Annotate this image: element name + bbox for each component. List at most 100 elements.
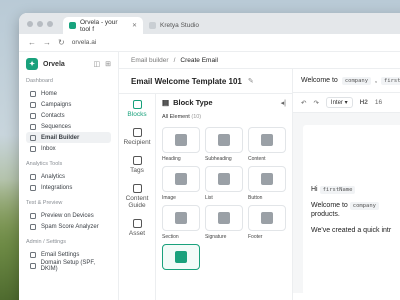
rail-label: Blocks	[127, 111, 147, 118]
block-card-button[interactable]: Button	[248, 166, 286, 201]
orvela-logo-icon: ✦	[26, 58, 38, 70]
block-card-image[interactable]: Image	[162, 166, 200, 201]
sidebar-item-contacts[interactable]: Contacts	[26, 110, 111, 121]
signature-block-icon	[218, 212, 230, 224]
rail-item-asset[interactable]: Asset	[119, 219, 155, 237]
sidebar-item-preview-devices[interactable]: Preview on Devices	[26, 210, 111, 221]
subject-prefix: Welcome to	[301, 77, 338, 84]
breadcrumb: Email builder / Create Email	[119, 52, 400, 69]
sidebar-item-label: Email Settings	[41, 251, 80, 258]
element-filter[interactable]: All Element (10)	[162, 114, 286, 120]
filter-count: (10)	[191, 114, 202, 120]
block-grid: Heading Subheading Content Image List Bu…	[162, 127, 286, 273]
company-token[interactable]: company	[349, 202, 379, 211]
block-thumb	[248, 166, 286, 192]
block-card-list[interactable]: List	[205, 166, 243, 201]
sidebar-item-label: Campaigns	[41, 101, 72, 108]
tag-icon	[132, 156, 142, 165]
sidebar-item-domain-setup[interactable]: Domain Setup (SPF, DKIM)	[26, 259, 111, 272]
rail-item-blocks[interactable]: Blocks	[119, 100, 155, 118]
rail-item-recipient[interactable]: Recipient	[119, 128, 155, 146]
sidebar-item-label: Domain Setup (SPF, DKIM)	[40, 259, 95, 272]
company-token[interactable]: company	[341, 76, 372, 85]
heading-value: H2	[359, 99, 368, 106]
block-card-selected[interactable]	[162, 244, 200, 273]
email-body[interactable]: Hi firstName Welcome to company products…	[303, 125, 400, 295]
sidebar-item-inbox[interactable]: Inbox	[26, 143, 111, 154]
editor: Email Welcome Template 101 ✎ Blocks Reci…	[119, 69, 400, 300]
close-window-dot[interactable]	[27, 20, 33, 27]
block-thumb	[248, 127, 286, 153]
sidebar-item-label: Preview on Devices	[41, 212, 94, 219]
kretya-favicon-icon	[149, 22, 156, 29]
block-thumb	[162, 127, 200, 153]
forward-arrow-icon[interactable]: →	[43, 38, 51, 47]
sidebar-item-integrations[interactable]: Integrations	[26, 182, 111, 193]
section-block-icon	[175, 212, 187, 224]
block-card-section[interactable]: Section	[162, 205, 200, 240]
block-card-subheading[interactable]: Subheading	[205, 127, 243, 162]
block-card-footer[interactable]: Footer	[248, 205, 286, 240]
block-card-signature[interactable]: Signature	[205, 205, 243, 240]
globe-icon	[30, 262, 36, 269]
minimize-window-dot[interactable]	[37, 20, 43, 27]
sidebar-item-home[interactable]: Home	[26, 88, 111, 99]
font-select[interactable]: Inter ▾	[325, 97, 353, 108]
collapse-panel-icon[interactable]: ◂|	[281, 99, 286, 107]
block-thumb	[205, 205, 243, 231]
mail-icon	[30, 134, 36, 141]
sidebar-item-label: Email Builder	[41, 134, 80, 141]
sidebar-item-label: Analytics	[41, 173, 66, 180]
contacts-icon	[30, 112, 36, 119]
back-arrow-icon[interactable]: ←	[28, 38, 36, 47]
size-select[interactable]: 16	[375, 99, 382, 106]
sidebar-item-label: Home	[41, 90, 58, 97]
redo-icon[interactable]: ↷	[313, 99, 318, 107]
block-type-panel: ▤ Block Type ◂| All Element (10) Heading…	[156, 94, 292, 300]
block-panel-title: Block Type	[173, 98, 213, 107]
block-label: Heading	[162, 156, 181, 162]
subject-comma: ,	[375, 77, 377, 84]
edit-pencil-icon[interactable]: ✎	[248, 77, 254, 85]
button-block-icon	[261, 173, 273, 185]
sidebar-item-campaigns[interactable]: Campaigns	[26, 99, 111, 110]
first-name-token[interactable]: firstNa	[380, 76, 400, 85]
maximize-window-dot[interactable]	[47, 20, 53, 27]
format-toolbar: ↶ ↷ Inter ▾ H2 16	[293, 93, 400, 113]
content-block-icon	[261, 134, 273, 146]
guide-icon	[132, 184, 142, 193]
rail-label: Asset	[128, 230, 146, 237]
grid-icon[interactable]: ⊞	[105, 60, 111, 68]
breadcrumb-parent[interactable]: Email builder	[131, 57, 169, 64]
tab-label: Orvela - your tool f	[80, 18, 118, 33]
refresh-icon[interactable]: ↻	[58, 38, 65, 47]
sidebar-item-label: Integrations	[41, 184, 73, 191]
collapse-sidebar-icon[interactable]: ◫	[94, 60, 101, 68]
sidebar-item-spam-score[interactable]: Spam Score Analyzer	[26, 221, 111, 232]
first-name-token[interactable]: firstName	[319, 186, 356, 194]
close-icon[interactable]: ✕	[132, 22, 137, 29]
block-card-heading[interactable]: Heading	[162, 127, 200, 162]
email-canvas: Hi firstName Welcome to company products…	[293, 113, 400, 295]
chart-icon	[30, 173, 36, 180]
email-preview: Welcome to company , firstNa ↶ ↷ Inter ▾…	[293, 69, 400, 300]
browser-tab-kretya[interactable]: Kretya Studio	[143, 17, 223, 34]
block-label: Content	[248, 156, 266, 162]
undo-icon[interactable]: ↶	[301, 99, 306, 107]
rail-item-tags[interactable]: Tags	[119, 156, 155, 174]
rail-item-content-guide[interactable]: Content Guide	[119, 184, 155, 209]
filter-label: All Element	[162, 114, 190, 120]
heading-select[interactable]: H2	[360, 99, 368, 106]
sidebar-item-analytics[interactable]: Analytics	[26, 171, 111, 182]
rail-label: Recipient	[123, 139, 151, 146]
block-card-content[interactable]: Content	[248, 127, 286, 162]
welcome-line: Welcome to company products.	[311, 201, 400, 219]
shield-icon	[30, 223, 36, 230]
sidebar-item-sequences[interactable]: Sequences	[26, 121, 111, 132]
sidebar-item-email-settings[interactable]: Email Settings	[26, 249, 111, 260]
browser-tab-orvela[interactable]: Orvela - your tool f ✕	[63, 17, 143, 34]
sidebar-item-email-builder[interactable]: Email Builder	[26, 132, 111, 143]
subject-line[interactable]: Welcome to company , firstNa	[293, 69, 400, 93]
url-text[interactable]: orvela.ai	[72, 39, 97, 46]
sidebar-item-label: Spam Score Analyzer	[41, 223, 99, 230]
